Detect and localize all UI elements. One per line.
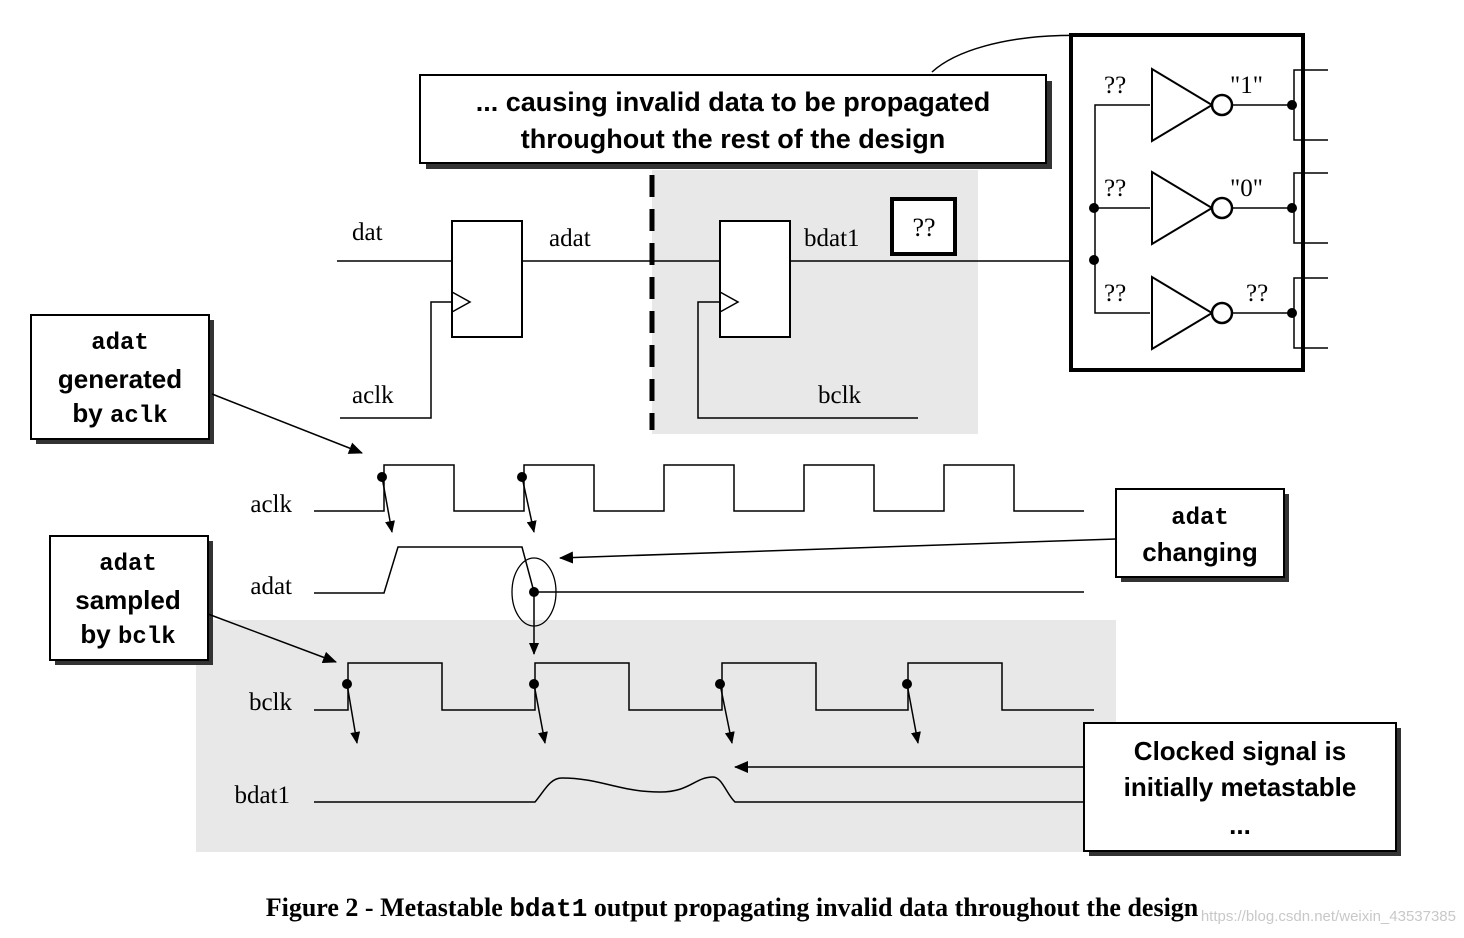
label-dat: dat	[352, 219, 383, 246]
callout-metastable-line2: initially metastable	[1124, 772, 1357, 802]
callout-metastable-line1: Clocked signal is	[1134, 736, 1346, 766]
callout-generated-code: adat	[91, 330, 149, 357]
caption-suffix: output propagating invalid data througho…	[587, 893, 1199, 922]
callout-adat-generated: adat generated by aclk	[30, 314, 214, 444]
junction-dot	[1089, 255, 1099, 265]
bclk-domain-shade-waveform	[196, 620, 1116, 852]
callout-changing-text: changing	[1142, 537, 1258, 567]
caption-code: bdat1	[509, 894, 588, 924]
label-bdat1-circuit: bdat1	[804, 225, 860, 252]
inverter-input-value: ??	[1104, 280, 1126, 307]
callout-sampled-code: adat	[99, 551, 157, 578]
bdat1-unknown-box: ??	[890, 197, 957, 256]
aclk-edge-arrows	[377, 472, 537, 533]
arrow-generated	[211, 393, 363, 454]
callout-metastable: Clocked signal is initially metastable .…	[1083, 722, 1401, 856]
flop-a	[451, 220, 523, 338]
metastability-diagram: ... causing invalid data to be propagate…	[30, 33, 1401, 856]
caption-prefix: Figure 2 - Metastable	[265, 893, 510, 922]
junction-dot	[1287, 308, 1297, 318]
callout-adat-sampled: adat sampled by bclk	[49, 535, 213, 665]
callout-generated-by: by aclk	[72, 398, 167, 430]
wave-label-aclk: aclk	[250, 491, 292, 518]
junction-dot	[1089, 203, 1099, 213]
callout-adat-changing: adat changing	[1115, 488, 1289, 582]
junction-dot	[1287, 203, 1297, 213]
flop-b	[719, 220, 791, 338]
inverter-bubble	[1210, 301, 1234, 325]
inverter-output-value: "1"	[1230, 72, 1263, 99]
inverter-input-value: ??	[1104, 175, 1126, 202]
inverter-output-value: ??	[1246, 280, 1268, 307]
callout-metastable-line3: ...	[1229, 810, 1251, 840]
wave-label-bclk: bclk	[249, 689, 293, 716]
wave-label-bdat1: bdat1	[234, 782, 290, 809]
inverter-output-value: "0"	[1230, 175, 1263, 202]
callout-sampled-by: by bclk	[80, 619, 175, 651]
junction-dot	[1287, 100, 1297, 110]
inverter-bubble	[1210, 196, 1234, 220]
label-bclk-circuit: bclk	[818, 382, 862, 409]
watermark: https://blog.csdn.net/weixin_43537385	[1200, 908, 1456, 925]
callout-propagated-line2: throughout the rest of the design	[521, 124, 945, 154]
inverter-bubble	[1210, 93, 1234, 117]
arrow-changing	[559, 538, 1117, 564]
bdat1-unknown-value: ??	[912, 213, 935, 242]
callout-propagated-line1: ... causing invalid data to be propagate…	[476, 87, 991, 117]
label-adat-circuit: adat	[549, 225, 591, 252]
wave-label-adat: adat	[250, 573, 292, 600]
label-aclk-circuit: aclk	[352, 382, 394, 409]
callout-generated-text: generated	[58, 364, 182, 394]
callout-propagated: ... causing invalid data to be propagate…	[419, 74, 1052, 169]
inverter-input-value: ??	[1104, 72, 1126, 99]
callout-changing-code: adat	[1171, 505, 1229, 532]
waveform-aclk	[314, 464, 1084, 512]
callout-sampled-text: sampled	[75, 585, 181, 615]
